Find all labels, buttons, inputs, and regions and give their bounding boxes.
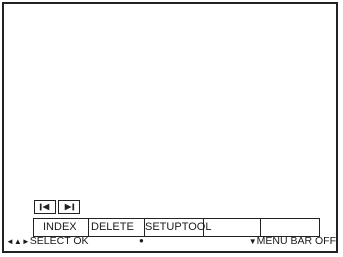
skip-forward-icon: [64, 203, 75, 211]
menu-bar-off-hint: ▼MENU BAR OFF: [249, 234, 336, 249]
menu-bar-off-label: MENU BAR OFF: [256, 235, 336, 247]
select-arrows-icon: ◄▲►: [6, 237, 30, 246]
select-hint: ◄▲►SELECT OK: [6, 234, 89, 249]
menu-item-label: DELETE: [91, 221, 134, 233]
down-arrow-icon: ▼: [248, 237, 257, 246]
skip-back-button[interactable]: [34, 200, 56, 214]
menu-item-label: INDEX: [43, 221, 77, 233]
menu-item-label: SETUP: [145, 221, 182, 233]
status-bar: ◄▲►SELECT OK ● ▼MENU BAR OFF: [4, 234, 338, 248]
skip-forward-button[interactable]: [58, 200, 80, 214]
skip-back-icon: [39, 203, 50, 211]
select-label: SELECT: [29, 235, 71, 247]
ok-label: OK: [73, 235, 89, 247]
viewfinder-screen: INDEX DELETE SETUPTOOL: [2, 2, 338, 253]
ok-marker-icon: ●: [139, 236, 144, 245]
